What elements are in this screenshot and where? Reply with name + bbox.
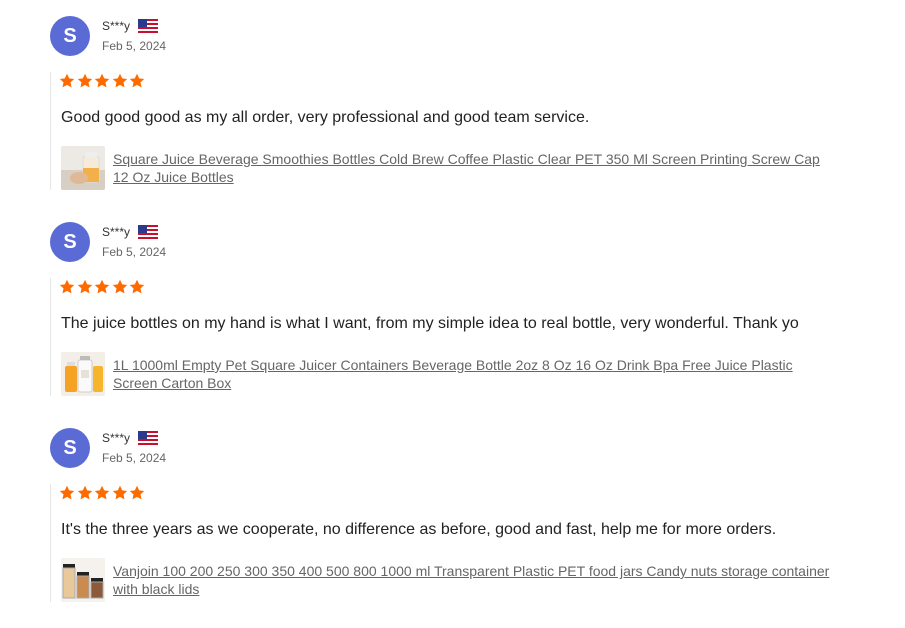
star-rating [59,485,147,501]
star-rating [59,279,147,295]
reviewer-name: S***y [102,19,131,33]
review-text: The juice bottles on my hand is what I w… [61,315,799,332]
review-card: S S***y Feb 5, 2024 It's the three years… [0,412,905,618]
product-link[interactable]: Vanjoin 100 200 250 300 350 400 500 800 … [113,562,833,598]
star-icon [59,279,75,294]
divider [50,72,51,190]
star-icon [77,485,92,500]
divider [50,278,51,396]
product-thumbnail[interactable] [61,558,105,602]
star-icon [129,279,145,294]
reviewer-name: S***y [102,431,131,445]
star-icon [59,73,75,88]
review-text: Good good good as my all order, very pro… [61,109,590,126]
avatar: S [50,428,90,468]
star-icon [129,485,145,500]
us-flag-icon [138,225,158,239]
star-icon [112,485,127,500]
avatar: S [50,16,90,56]
star-rating [59,73,147,89]
star-icon [59,485,75,500]
review-date: Feb 5, 2024 [102,39,167,53]
star-icon [112,279,127,294]
star-icon [94,485,110,500]
product-link[interactable]: Square Juice Beverage Smoothies Bottles … [113,150,833,186]
review-card: S S***y Feb 5, 2024 The juice bottles on… [0,206,905,412]
divider [50,484,51,602]
star-icon [112,73,127,88]
star-icon [129,73,145,88]
product-link[interactable]: 1L 1000ml Empty Pet Square Juicer Contai… [113,356,833,392]
us-flag-icon [138,19,158,33]
us-flag-icon [138,431,158,445]
star-icon [94,73,110,88]
product-thumbnail[interactable] [61,146,105,190]
avatar: S [50,222,90,262]
review-text: It's the three years as we cooperate, no… [61,521,777,538]
star-icon [94,279,110,294]
review-date: Feb 5, 2024 [102,451,167,465]
product-thumbnail[interactable] [61,352,105,396]
star-icon [77,279,92,294]
review-card: S S***y Feb 5, 2024 Good good good as my… [0,0,905,206]
star-icon [77,73,92,88]
reviewer-name: S***y [102,225,131,239]
review-date: Feb 5, 2024 [102,245,167,259]
